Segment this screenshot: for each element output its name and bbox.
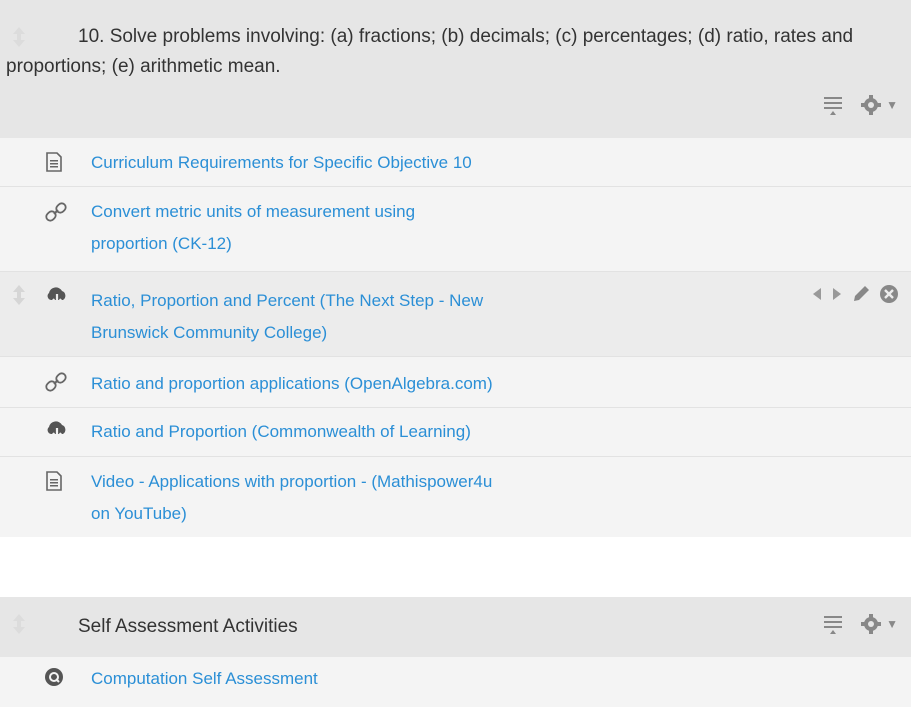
activity-link[interactable]: Video - Applications with proportion - (… [91, 466, 492, 530]
link-icon [45, 201, 67, 228]
self-assessment-section: Self Assessment Activities ▼ Computation… [0, 597, 911, 707]
activity-item: Convert metric units of measurement usin… [0, 187, 911, 272]
section-header: Self Assessment Activities ▼ [0, 597, 911, 657]
section-title: 10. Solve problems involving: (a) fracti… [6, 22, 901, 82]
section-tools: ▼ [822, 94, 898, 116]
section-title-text: 10. Solve problems involving: (a) fracti… [6, 26, 854, 77]
move-right-button[interactable] [831, 287, 843, 301]
quiz-icon [44, 667, 64, 692]
activity-item: Curriculum Requirements for Specific Obj… [0, 138, 911, 187]
cloud-download-icon [45, 420, 69, 445]
close-icon [880, 285, 898, 303]
pencil-icon [854, 286, 869, 301]
activity-link[interactable]: Convert metric units of measurement usin… [91, 196, 415, 260]
list-icon [824, 616, 843, 634]
document-icon [45, 471, 63, 496]
delete-button[interactable] [879, 284, 899, 304]
edit-button[interactable] [851, 284, 871, 304]
section-title: Self Assessment Activities [78, 616, 298, 637]
move-handle-icon[interactable] [12, 613, 26, 640]
chevron-down-icon: ▼ [886, 98, 898, 112]
gear-icon [861, 614, 882, 634]
move-handle-icon[interactable] [12, 284, 26, 311]
move-left-button[interactable] [811, 287, 823, 301]
link-icon [45, 371, 67, 398]
bulk-edit-button[interactable] [822, 94, 844, 116]
document-icon [45, 152, 63, 177]
arrow-left-icon [813, 288, 821, 300]
gear-icon [861, 95, 882, 115]
bulk-edit-button[interactable] [822, 613, 844, 635]
topic-section-10: 10. Solve problems involving: (a) fracti… [0, 0, 911, 537]
activity-link[interactable]: Computation Self Assessment [91, 663, 318, 695]
activity-link[interactable]: Ratio, Proportion and Percent (The Next … [91, 285, 483, 349]
section-header: 10. Solve problems involving: (a) fracti… [0, 0, 911, 138]
activity-item: Ratio and Proportion (Commonwealth of Le… [0, 408, 911, 457]
activity-link[interactable]: Curriculum Requirements for Specific Obj… [91, 147, 472, 179]
section-spacer [0, 537, 911, 597]
chevron-down-icon: ▼ [886, 617, 898, 631]
activity-link[interactable]: Ratio and proportion applications (OpenA… [91, 368, 493, 400]
activity-link[interactable]: Ratio and Proportion (Commonwealth of Le… [91, 416, 471, 448]
list-icon [824, 97, 843, 115]
cloud-download-icon [45, 286, 69, 311]
activity-item: Ratio, Proportion and Percent (The Next … [0, 272, 911, 357]
section-settings-menu[interactable]: ▼ [860, 613, 898, 635]
activity-item: Video - Applications with proportion - (… [0, 457, 911, 537]
activity-item: Ratio and proportion applications (OpenA… [0, 357, 911, 408]
section-tools: ▼ [822, 613, 898, 635]
activity-tools [803, 284, 899, 304]
section-settings-menu[interactable]: ▼ [860, 94, 898, 116]
arrow-right-icon [833, 288, 841, 300]
